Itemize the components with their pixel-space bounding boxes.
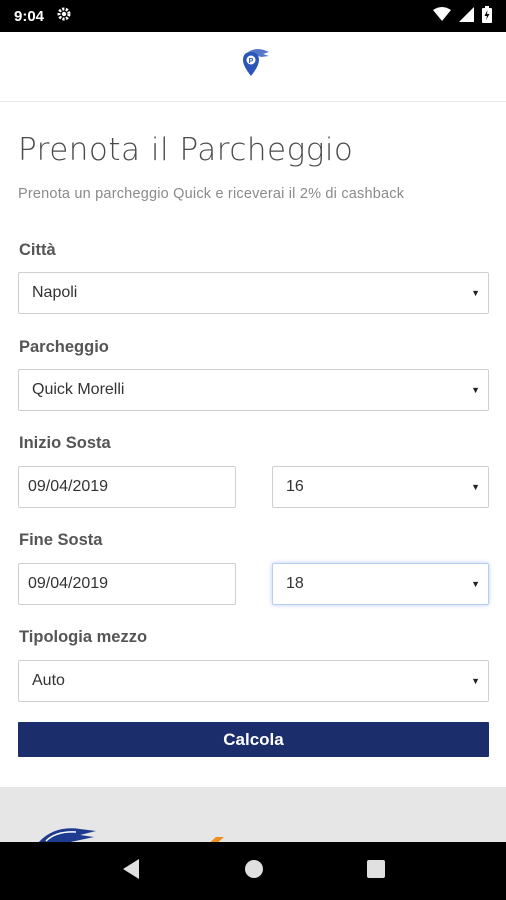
city-label: Città bbox=[19, 241, 56, 259]
vehicle-label: Tipologia mezzo bbox=[19, 628, 148, 646]
start-date-input[interactable]: 09/04/2019 bbox=[18, 466, 236, 508]
recents-icon[interactable] bbox=[366, 859, 385, 883]
home-icon[interactable] bbox=[244, 859, 264, 884]
parking-value: Quick Morelli bbox=[32, 381, 125, 398]
start-hour-value: 16 bbox=[286, 478, 304, 495]
parking-select[interactable]: Quick Morelli ▼ bbox=[18, 369, 489, 411]
parking-label: Parcheggio bbox=[19, 338, 109, 356]
svg-text:P: P bbox=[249, 58, 254, 65]
system-nav-bar bbox=[0, 842, 506, 900]
end-hour-value: 18 bbox=[286, 575, 304, 592]
city-select[interactable]: Napoli ▼ bbox=[18, 272, 489, 314]
vehicle-select[interactable]: Auto ▼ bbox=[18, 660, 489, 702]
start-date-value: 09/04/2019 bbox=[28, 478, 109, 495]
end-date-value: 09/04/2019 bbox=[28, 575, 109, 592]
end-label: Fine Sosta bbox=[19, 531, 103, 549]
battery-icon bbox=[482, 5, 492, 27]
vehicle-value: Auto bbox=[32, 672, 65, 689]
end-date-input[interactable]: 09/04/2019 bbox=[18, 563, 236, 605]
dropdown-arrow-icon: ▼ bbox=[471, 288, 480, 298]
page-subtitle: Prenota un parcheggio Quick e riceverai … bbox=[18, 186, 405, 202]
wifi-icon bbox=[433, 7, 451, 25]
status-time: 9:04 bbox=[14, 7, 45, 25]
dropdown-arrow-icon: ▼ bbox=[471, 579, 480, 589]
settings-gear-icon bbox=[56, 6, 72, 26]
dropdown-arrow-icon: ▼ bbox=[471, 385, 480, 395]
app-header: P bbox=[0, 32, 506, 102]
city-value: Napoli bbox=[32, 284, 78, 301]
dropdown-arrow-icon: ▼ bbox=[471, 676, 480, 686]
dropdown-arrow-icon: ▼ bbox=[471, 482, 480, 492]
back-icon[interactable] bbox=[121, 858, 141, 885]
booking-form-section: Prenota il Parcheggio Prenota un parcheg… bbox=[0, 102, 506, 787]
orange-accent-icon bbox=[206, 833, 224, 842]
page-title: Prenota il Parcheggio bbox=[18, 132, 354, 168]
quick-wing-logo-icon bbox=[36, 823, 98, 842]
quick-parking-logo-icon: P bbox=[233, 44, 273, 89]
signal-icon bbox=[459, 6, 474, 26]
footer-banner bbox=[0, 787, 506, 842]
calculate-button[interactable]: Calcola bbox=[18, 722, 489, 757]
end-hour-select[interactable]: 18 ▼ bbox=[272, 563, 489, 605]
start-label: Inizio Sosta bbox=[19, 434, 111, 452]
status-bar: 9:04 bbox=[0, 0, 506, 32]
start-hour-select[interactable]: 16 ▼ bbox=[272, 466, 489, 508]
